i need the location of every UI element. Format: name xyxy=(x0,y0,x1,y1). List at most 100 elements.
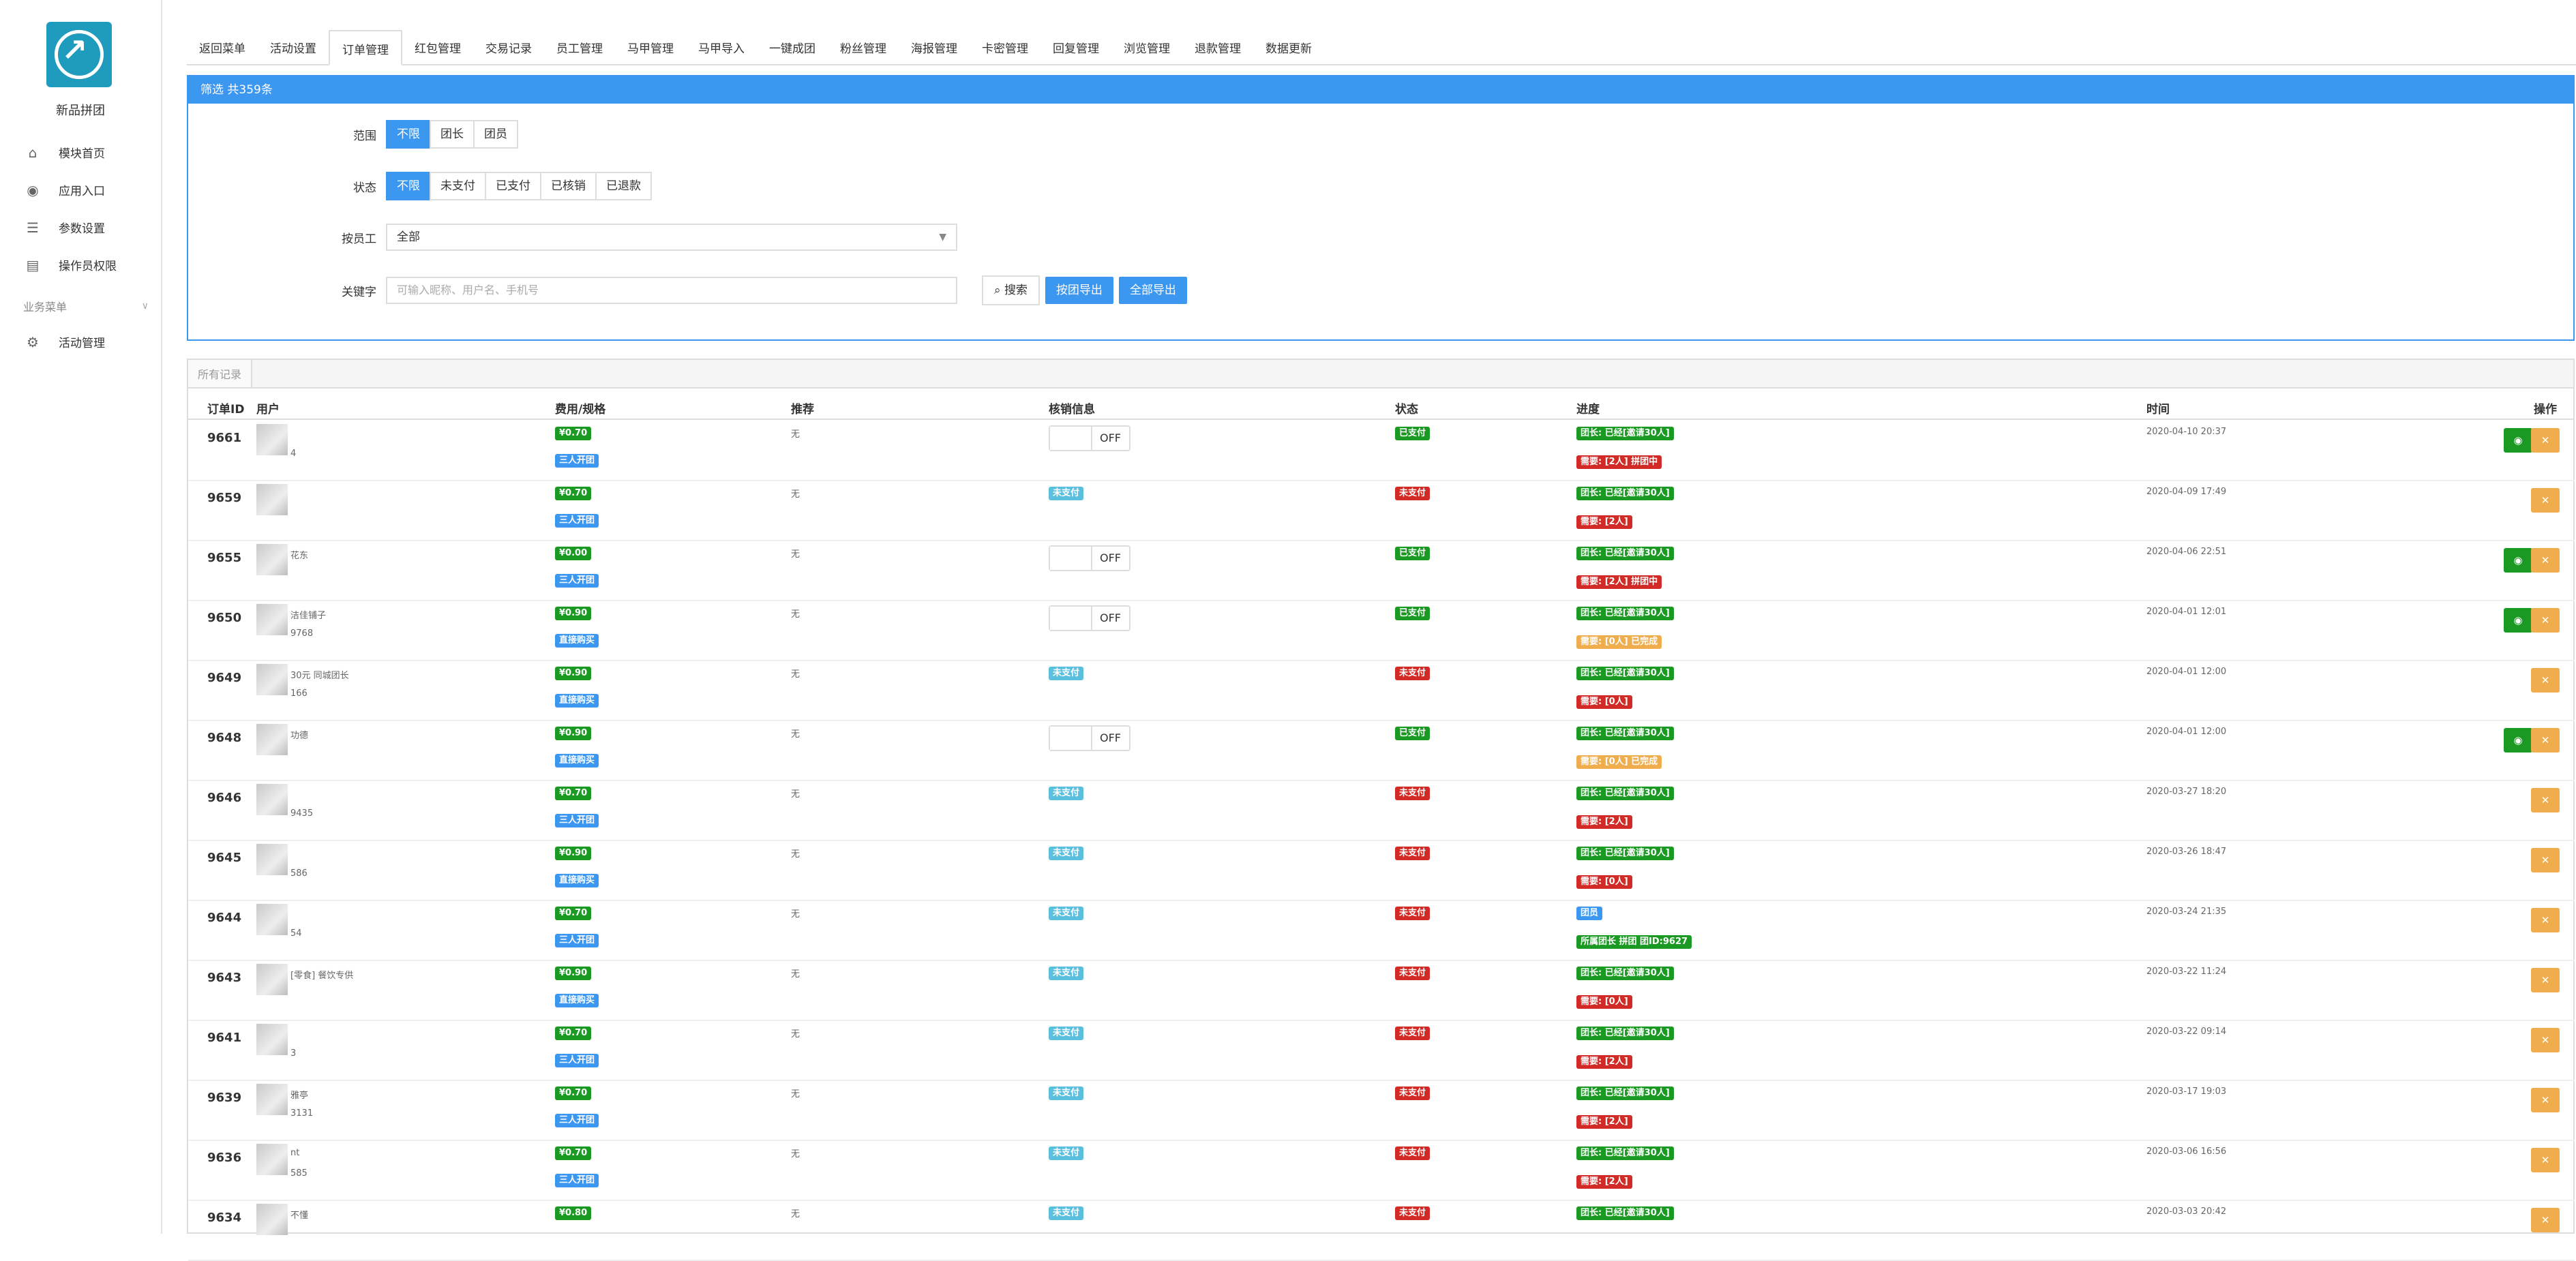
tab-item[interactable]: 退款管理 xyxy=(1182,30,1253,63)
search-button[interactable]: ⌕ 搜索 xyxy=(982,275,1040,305)
status-option[interactable]: 不限 xyxy=(386,172,431,200)
order-time: 2020-03-17 19:03 xyxy=(2146,1087,2227,1097)
delete-button[interactable]: ✕ xyxy=(2531,428,2560,453)
toggle-knob xyxy=(1050,727,1092,750)
close-icon: ✕ xyxy=(2541,1214,2550,1226)
app-name: 新品拼团 xyxy=(56,104,105,118)
verify-toggle[interactable]: OFF xyxy=(1049,725,1130,751)
recommend-value: 无 xyxy=(791,1149,800,1159)
export-all-button[interactable]: 全部导出 xyxy=(1118,277,1187,304)
status-option[interactable]: 未支付 xyxy=(430,172,486,200)
progress-leader-badge: 团长: 已经[邀请30人] xyxy=(1576,1087,1674,1100)
tab-item[interactable]: 活动设置 xyxy=(258,30,329,63)
status-option[interactable]: 已支付 xyxy=(485,172,541,200)
view-button[interactable]: ◉ xyxy=(2504,548,2532,573)
delete-button[interactable]: ✕ xyxy=(2531,488,2560,513)
status-option[interactable]: 已核销 xyxy=(540,172,597,200)
tab-item[interactable]: 交易记录 xyxy=(473,30,544,63)
keyword-label: 关键字 xyxy=(342,285,376,299)
status-badge: 未支付 xyxy=(1395,667,1431,680)
status-label: 状态 xyxy=(353,181,376,195)
order-time: 2020-03-24 21:35 xyxy=(2146,907,2227,917)
tab-all-records[interactable]: 所有记录 xyxy=(188,360,253,387)
tab-item[interactable]: 员工管理 xyxy=(544,30,615,63)
delete-button[interactable]: ✕ xyxy=(2531,908,2560,932)
recommend-value: 无 xyxy=(791,489,800,500)
tab-item[interactable]: 红包管理 xyxy=(402,30,473,63)
filter-title: 筛选 共359条 xyxy=(188,76,2573,104)
staff-select[interactable]: 全部 ▼ xyxy=(386,224,957,251)
sidebar-group-business[interactable]: 业务菜单 ∨ xyxy=(0,289,161,323)
status-badge: 未支付 xyxy=(1395,1206,1431,1220)
tab-item[interactable]: 回复管理 xyxy=(1040,30,1111,63)
delete-button[interactable]: ✕ xyxy=(2531,848,2560,872)
delete-button[interactable]: ✕ xyxy=(2531,788,2560,812)
order-time: 2020-03-03 20:42 xyxy=(2146,1206,2227,1217)
delete-button[interactable]: ✕ xyxy=(2531,728,2560,753)
tab-item[interactable]: 马甲导入 xyxy=(686,30,757,63)
scope-option[interactable]: 团长 xyxy=(430,120,475,149)
table-row: 9646 9435 ¥0.70 三人开团 无 未支付 未支付 团长: 已经[邀请30人] 需要:… xyxy=(188,780,2575,841)
sidebar-item-entry[interactable]: ◉ 应用入口 xyxy=(0,171,161,209)
progress-leader-badge: 团长: 已经[邀请30人] xyxy=(1576,1206,1674,1220)
delete-button[interactable]: ✕ xyxy=(2531,608,2560,633)
user-phone: 585 xyxy=(290,1168,308,1179)
keyword-input[interactable]: 可输入昵称、用户名、手机号 xyxy=(386,277,957,304)
col-recommend: 推荐 xyxy=(791,403,814,416)
chat-icon: ◉ xyxy=(27,181,39,198)
spec-label: 直接购买 xyxy=(555,874,599,887)
delete-button[interactable]: ✕ xyxy=(2531,1148,2560,1172)
eye-icon: ◉ xyxy=(2513,614,2523,626)
progress-leader-badge: 团长: 已经[邀请30人] xyxy=(1576,1146,1674,1160)
scope-option[interactable]: 不限 xyxy=(386,120,431,149)
col-progress: 进度 xyxy=(1576,403,1600,416)
tab-item[interactable]: 数据更新 xyxy=(1253,30,1324,63)
delete-button[interactable]: ✕ xyxy=(2531,548,2560,573)
verify-toggle[interactable]: OFF xyxy=(1049,545,1130,571)
status-option[interactable]: 已退款 xyxy=(595,172,652,200)
view-button[interactable]: ◉ xyxy=(2504,608,2532,633)
export-group-button[interactable]: 按团导出 xyxy=(1045,277,1113,304)
delete-button[interactable]: ✕ xyxy=(2531,1208,2560,1232)
tab-item[interactable]: 浏览管理 xyxy=(1111,30,1182,63)
sidebar: ↑ 新品拼团 ⌂ 模块首页 ◉ 应用入口 ☰ 参数设置 ▤ 操作员权限 业务菜单… xyxy=(0,0,162,1234)
sidebar-item-label: 活动管理 xyxy=(59,337,105,350)
recommend-value: 无 xyxy=(791,909,800,920)
user-phone: 54 xyxy=(290,928,302,939)
sidebar-item-activity[interactable]: ⚙ 活动管理 xyxy=(0,323,161,361)
tab-item[interactable]: 返回菜单 xyxy=(187,30,258,63)
status-badge: 已支付 xyxy=(1395,607,1431,620)
order-time: 2020-04-01 12:00 xyxy=(2146,667,2227,677)
user-phone: 9435 xyxy=(290,808,314,819)
tab-item[interactable]: 卡密管理 xyxy=(970,30,1040,63)
tab-item[interactable]: 粉丝管理 xyxy=(828,30,899,63)
keyword-row: 关键字 可输入昵称、用户名、手机号 ⌕ 搜索 按团导出 全部导出 xyxy=(188,275,1187,305)
tab-item[interactable]: 马甲管理 xyxy=(615,30,686,63)
verify-label: 未支付 xyxy=(1049,787,1084,800)
delete-button[interactable]: ✕ xyxy=(2531,668,2560,693)
sidebar-item-permissions[interactable]: ▤ 操作员权限 xyxy=(0,246,161,284)
view-button[interactable]: ◉ xyxy=(2504,728,2532,753)
table-row: 9659 ¥0.70 三人开团 无 未支付 未支付 团长: 已经[邀请30人] 需要: [2人… xyxy=(188,480,2575,541)
delete-button[interactable]: ✕ xyxy=(2531,1088,2560,1112)
verify-label: 未支付 xyxy=(1049,1087,1084,1100)
sidebar-item-settings[interactable]: ☰ 参数设置 xyxy=(0,209,161,246)
price-label: ¥0.70 xyxy=(555,907,592,920)
list-icon: ☰ xyxy=(27,219,39,236)
tab-item[interactable]: 海报管理 xyxy=(899,30,970,63)
tab-item[interactable]: 订单管理 xyxy=(329,30,402,65)
sidebar-item-label: 模块首页 xyxy=(59,147,105,161)
order-id: 9645 xyxy=(207,851,242,865)
app-logo[interactable]: ↑ xyxy=(46,22,112,87)
verify-toggle[interactable]: OFF xyxy=(1049,605,1130,631)
progress-leader-badge: 团长: 已经[邀请30人] xyxy=(1576,967,1674,980)
view-button[interactable]: ◉ xyxy=(2504,428,2532,453)
delete-button[interactable]: ✕ xyxy=(2531,1028,2560,1052)
tab-item[interactable]: 一键成团 xyxy=(757,30,828,63)
delete-button[interactable]: ✕ xyxy=(2531,968,2560,992)
recommend-value: 无 xyxy=(791,1089,800,1099)
sidebar-item-home[interactable]: ⌂ 模块首页 xyxy=(0,134,161,171)
verify-label: 未支付 xyxy=(1049,967,1084,980)
verify-toggle[interactable]: OFF xyxy=(1049,425,1130,451)
scope-option[interactable]: 团员 xyxy=(473,120,518,149)
